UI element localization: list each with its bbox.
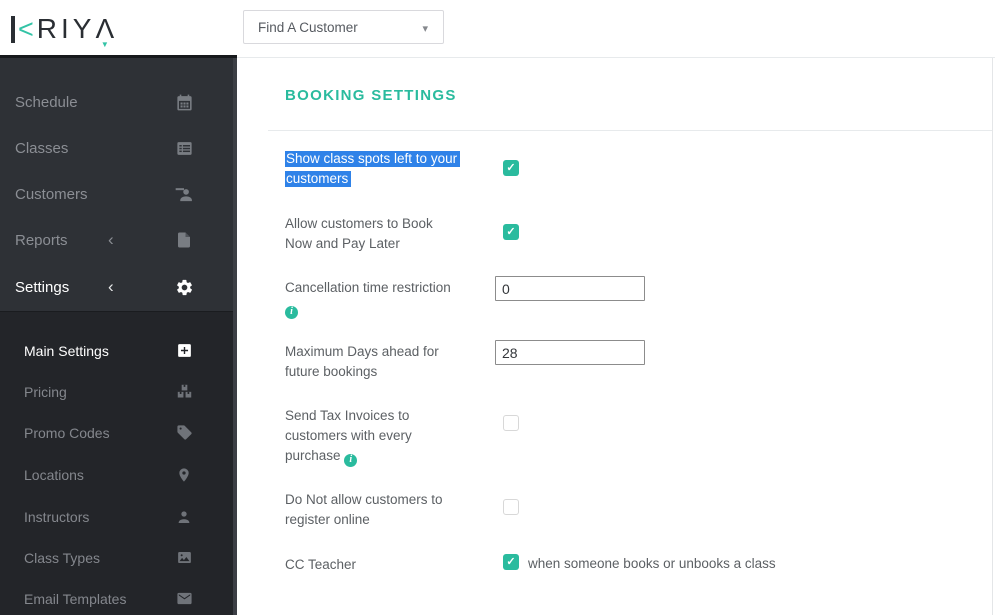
dropdown-caret-icon: ▾ <box>422 23 428 35</box>
setting-label: Cancellation time restriction i <box>285 280 451 319</box>
sidebar-subitem-locations[interactable]: Locations <box>0 454 233 495</box>
chevron-left-icon: ‹ <box>108 277 114 296</box>
sidebar-subitem-class-types[interactable]: Class Types <box>0 537 233 578</box>
logo-k-stem <box>11 15 15 43</box>
book-now-pay-later-checkbox[interactable]: ✓ <box>503 224 519 240</box>
setting-label: Allow customers to Book Now and Pay Late… <box>285 216 433 251</box>
check-icon: ✓ <box>506 556 516 568</box>
setting-label: Show class spots left to your customers <box>285 149 490 189</box>
top-header: < RIY Λ ▼ Find A Customer ▾ <box>0 0 995 57</box>
sidebar-item-customers[interactable]: Customers <box>0 171 233 217</box>
setting-label: Do Not allow customers to register onlin… <box>285 492 443 527</box>
setting-row-show-class-spots: Show class spots left to your customers … <box>285 149 975 189</box>
sidebar-item-classes[interactable]: Classes <box>0 125 233 171</box>
sidebar-item-schedule[interactable]: Schedule <box>0 79 233 125</box>
sidebar-subitem-instructors[interactable]: Instructors <box>0 496 233 537</box>
gear-icon <box>174 277 194 297</box>
check-icon: ✓ <box>506 162 516 174</box>
max-days-ahead-input[interactable] <box>495 340 645 365</box>
setting-label: Send Tax Invoices to customers with ever… <box>285 408 412 467</box>
setting-row-cancellation-time: Cancellation time restriction i <box>285 276 975 319</box>
sidebar-main-section: Schedule Classes Customers Reports ‹ Set… <box>0 58 233 311</box>
page-title: BOOKING SETTINGS <box>285 87 457 104</box>
sidebar-subitem-email-templates[interactable]: Email Templates <box>0 578 233 615</box>
store-icon <box>175 383 193 401</box>
sidebar-settings-submenu: Main Settings Pricing Promo Codes Locati… <box>0 311 233 615</box>
calendar-icon <box>174 92 194 112</box>
cc-teacher-checkbox[interactable]: ✓ <box>503 554 519 570</box>
cancellation-time-input[interactable] <box>495 276 645 301</box>
map-pin-icon <box>175 466 193 484</box>
add-box-icon <box>175 342 193 360</box>
tag-icon <box>175 424 193 442</box>
app-window: < RIY Λ ▼ Find A Customer ▾ Schedule Cla… <box>0 0 995 615</box>
kriya-logo[interactable]: < RIY Λ ▼ <box>11 9 114 49</box>
person-icon <box>175 508 193 526</box>
customer-icon <box>174 184 194 204</box>
logo-last-letter: Λ ▼ <box>95 14 114 50</box>
find-customer-label: Find A Customer <box>258 19 358 35</box>
sidebar-subitem-main-settings[interactable]: Main Settings <box>0 330 233 371</box>
sidebar-item-settings[interactable]: Settings ‹ <box>0 264 233 310</box>
setting-row-cc-teacher: CC Teacher ✓ when someone books or unboo… <box>285 554 975 575</box>
setting-row-no-online-register: Do Not allow customers to register onlin… <box>285 490 975 530</box>
main-content <box>237 58 992 615</box>
sidebar-subitem-pricing[interactable]: Pricing <box>0 371 233 412</box>
image-icon <box>175 549 193 567</box>
send-tax-invoices-checkbox[interactable] <box>503 415 519 431</box>
setting-row-book-now-pay-later: Allow customers to Book Now and Pay Late… <box>285 214 975 254</box>
report-icon <box>174 230 194 250</box>
setting-label: Maximum Days ahead for future bookings <box>285 344 439 379</box>
find-customer-dropdown[interactable]: Find A Customer ▾ <box>243 10 444 44</box>
logo-k-angle: < <box>18 13 34 44</box>
check-icon: ✓ <box>506 226 516 238</box>
setting-label: CC Teacher <box>285 557 357 572</box>
setting-row-send-tax-invoices: Send Tax Invoices to customers with ever… <box>285 406 975 467</box>
logo-letters: RIY <box>36 13 96 44</box>
sidebar-item-reports[interactable]: Reports ‹ <box>0 217 233 263</box>
info-icon[interactable]: i <box>285 305 298 319</box>
sidebar-subitem-promo-codes[interactable]: Promo Codes <box>0 412 233 453</box>
show-class-spots-checkbox[interactable]: ✓ <box>503 160 519 176</box>
list-icon <box>174 138 194 158</box>
no-online-register-checkbox[interactable] <box>503 499 519 515</box>
sidebar: Schedule Classes Customers Reports ‹ Set… <box>0 55 237 615</box>
setting-row-max-days-ahead: Maximum Days ahead for future bookings <box>285 340 975 382</box>
title-divider <box>268 130 992 131</box>
chevron-left-icon: ‹ <box>108 230 114 249</box>
content-right-border <box>992 58 993 615</box>
cc-teacher-suffix: when someone books or unbooks a class <box>528 556 776 571</box>
info-icon[interactable]: i <box>344 453 358 467</box>
mail-icon <box>175 590 193 608</box>
